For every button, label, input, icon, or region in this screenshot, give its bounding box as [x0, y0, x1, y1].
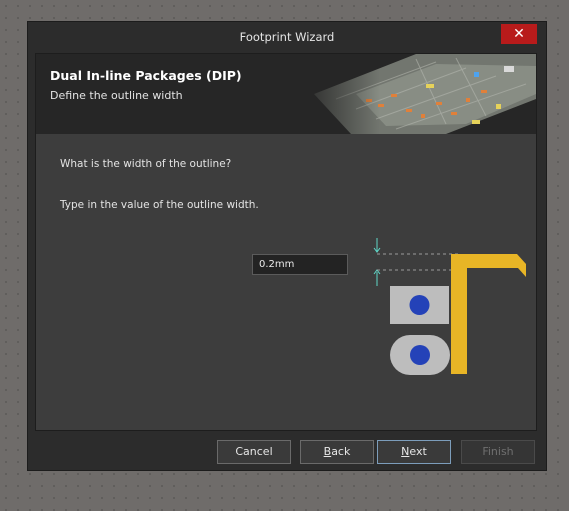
title-bar: Footprint Wizard ✕	[28, 22, 546, 52]
instruction-text: Type in the value of the outline width.	[60, 199, 259, 211]
pad-hole	[410, 345, 430, 365]
wizard-page: Dual In-line Packages (DIP) Define the o…	[35, 53, 537, 431]
back-button[interactable]: Back	[300, 440, 374, 464]
wizard-header: Dual In-line Packages (DIP) Define the o…	[36, 54, 536, 134]
cancel-button[interactable]: Cancel	[217, 440, 291, 464]
pcb-banner-image	[296, 54, 536, 134]
outline-width-input[interactable]	[252, 254, 348, 275]
window-title: Footprint Wizard	[239, 30, 335, 44]
page-title: Dual In-line Packages (DIP)	[50, 68, 242, 83]
page-subtitle: Define the outline width	[50, 89, 183, 102]
outline-shape	[451, 254, 526, 374]
outline-width-diagram	[373, 238, 526, 375]
dimension-indicator	[373, 238, 381, 286]
question-text: What is the width of the outline?	[60, 158, 232, 170]
pad-hole	[409, 295, 430, 315]
finish-button[interactable]: Finish	[461, 440, 535, 464]
next-button[interactable]: Next	[377, 440, 451, 464]
footprint-wizard-dialog: Footprint Wizard ✕ Dual In-line Packages…	[27, 21, 547, 471]
close-icon[interactable]: ✕	[501, 24, 537, 44]
